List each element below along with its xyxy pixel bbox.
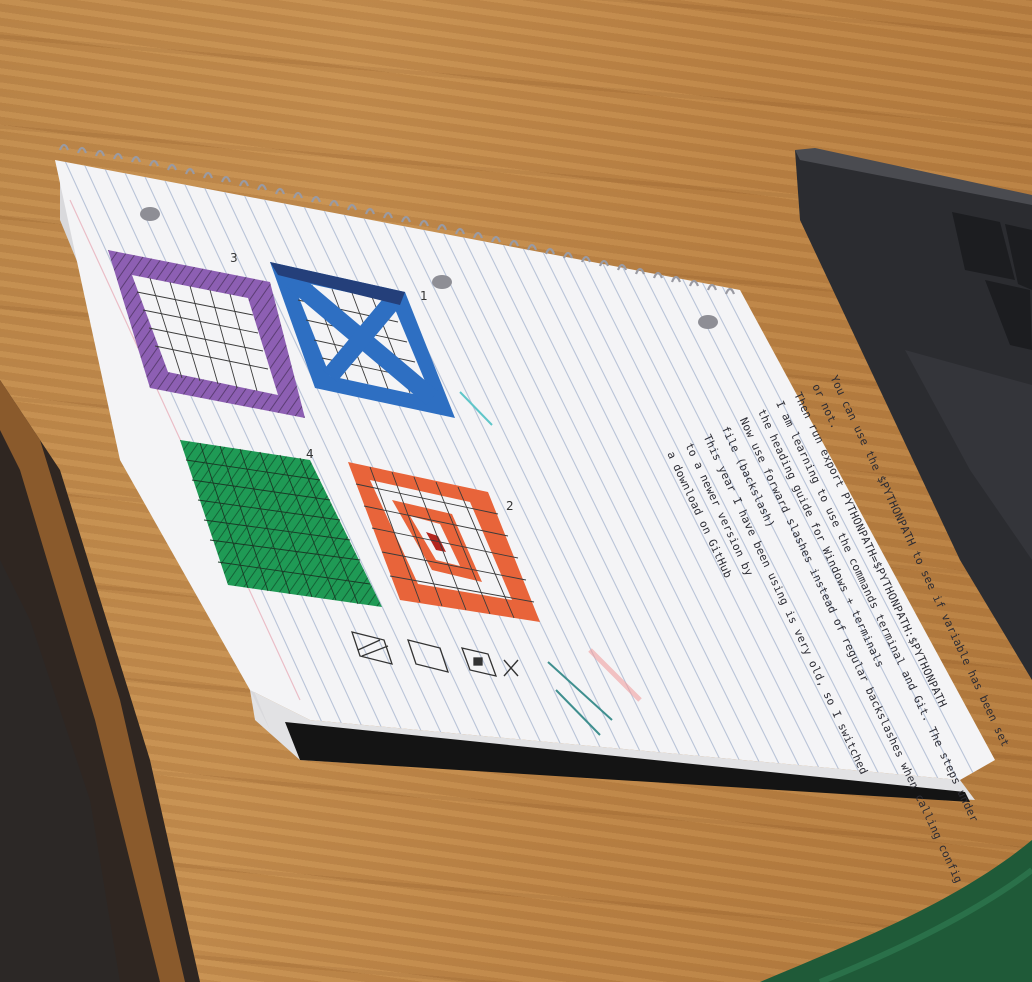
punch-hole <box>698 315 718 329</box>
grid-number-1: 1 <box>420 289 428 303</box>
punch-hole <box>140 207 160 221</box>
punch-hole <box>432 275 452 289</box>
grid-number-4: 4 <box>306 447 314 461</box>
grid-number-2: 2 <box>506 499 514 513</box>
grid-number-3: 3 <box>230 251 238 265</box>
